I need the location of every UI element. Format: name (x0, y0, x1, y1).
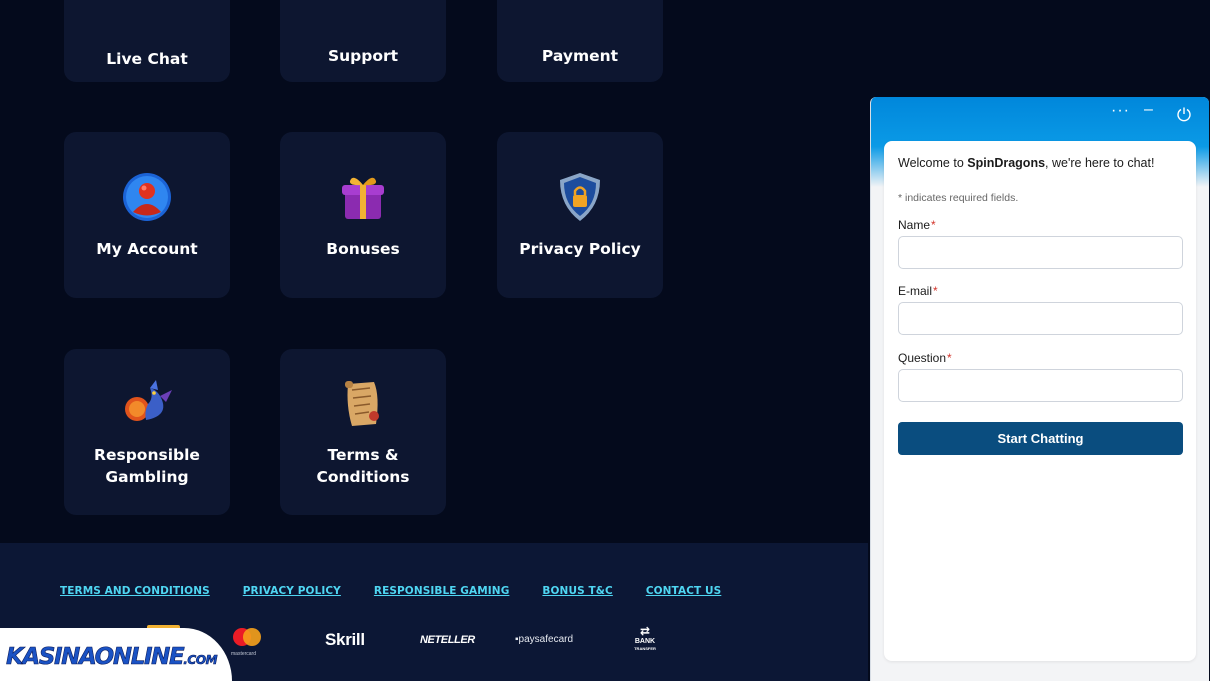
start-chatting-button[interactable]: Start Chatting (898, 422, 1183, 455)
more-icon[interactable]: ··· (1111, 102, 1130, 120)
email-label: E-mail* (898, 284, 938, 298)
tile-responsible-gambling[interactable]: Responsible Gambling (64, 349, 230, 515)
tile-label: Support (327, 47, 399, 65)
bank-transfer-logo: ⇄ BANK TRANSFER (632, 624, 658, 652)
question-input[interactable] (898, 369, 1183, 402)
neteller-logo: NETELLER (420, 634, 475, 646)
footer-links: TERMS AND CONDITIONS PRIVACY POLICY RESP… (60, 585, 721, 597)
paysafecard-logo: ▪paysafecard (515, 634, 574, 645)
tile-label: Live Chat (106, 50, 188, 68)
chat-form-card: Welcome to SpinDragons, we're here to ch… (884, 141, 1196, 661)
mastercard-icon (233, 628, 261, 646)
footer-link-responsible-gaming[interactable]: RESPONSIBLE GAMING (374, 585, 510, 597)
brand-badge: KASINAONLINE.COM (0, 628, 232, 681)
footer-link-terms[interactable]: TERMS AND CONDITIONS (60, 585, 210, 597)
tile-label: Privacy Policy (519, 240, 641, 258)
dragon-icon (125, 380, 172, 421)
mastercard-logo: mastercard (231, 627, 263, 657)
gift-icon (342, 177, 384, 219)
tile-bonuses[interactable]: Bonuses (280, 132, 446, 298)
power-icon[interactable] (1176, 106, 1192, 122)
email-input[interactable] (898, 302, 1183, 335)
chat-widget: ··· – Welcome to SpinDragons, we're here… (870, 97, 1209, 681)
tile-label: Payment (541, 47, 619, 65)
scroll-icon (345, 381, 379, 426)
transfer-arrows-icon: ⇄ (639, 624, 651, 638)
tile-my-account[interactable]: My Account (64, 132, 230, 298)
name-input[interactable] (898, 236, 1183, 269)
skrill-logo: Skrill (325, 630, 365, 649)
name-label: Name* (898, 218, 936, 232)
tile-label: Terms & Conditions (316, 446, 410, 486)
account-icon (123, 173, 171, 221)
tile-label: Bonuses (326, 240, 400, 258)
chat-welcome: Welcome to SpinDragons, we're here to ch… (898, 156, 1155, 170)
brand-logo: KASINAONLINE.COM (6, 644, 218, 671)
required-note: * indicates required fields. (898, 192, 1019, 204)
tile-terms-conditions[interactable]: Terms & Conditions (280, 349, 446, 515)
minimize-icon[interactable]: – (1144, 101, 1153, 119)
tile-payment[interactable]: Payment (497, 0, 663, 82)
tile-live-chat[interactable]: Live Chat (64, 0, 230, 82)
tile-support[interactable]: Support (280, 0, 446, 82)
question-label: Question* (898, 351, 952, 365)
tile-label: My Account (96, 240, 198, 258)
shield-lock-icon (560, 173, 600, 221)
tile-privacy-policy[interactable]: Privacy Policy (497, 132, 663, 298)
footer-link-privacy[interactable]: PRIVACY POLICY (243, 585, 341, 597)
footer-link-contact[interactable]: CONTACT US (646, 585, 722, 597)
footer-link-bonus-tc[interactable]: BONUS T&C (542, 585, 612, 597)
tile-label: Responsible Gambling (94, 446, 200, 486)
